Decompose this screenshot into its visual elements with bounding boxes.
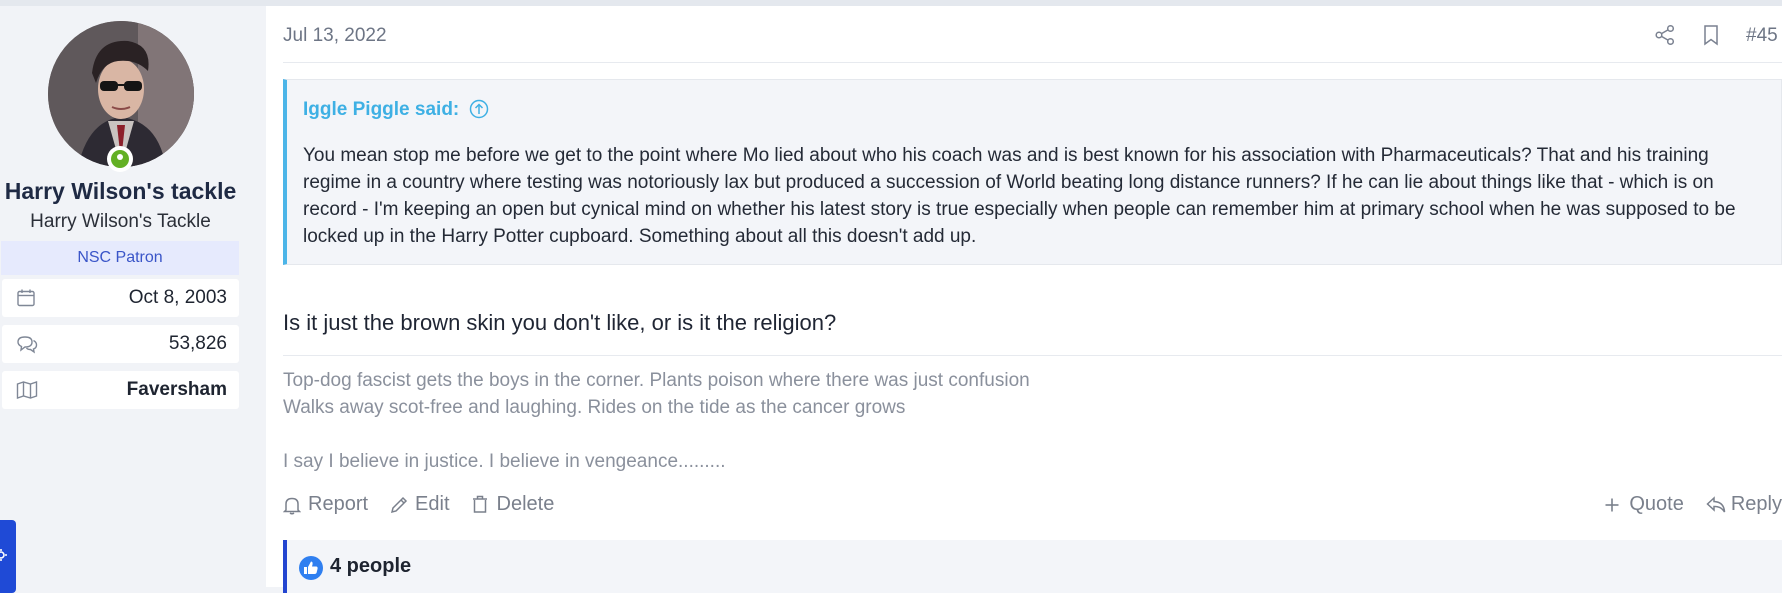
quote-attribution[interactable]: Iggle Piggle said: bbox=[303, 99, 491, 121]
floating-settings-button[interactable] bbox=[0, 520, 16, 593]
report-label[interactable]: Report bbox=[308, 493, 368, 516]
signature-line: Top-dog fascist gets the boys in the cor… bbox=[283, 370, 1030, 391]
joined-row: Oct 8, 2003 bbox=[2, 279, 239, 317]
reply-label[interactable]: Reply bbox=[1731, 493, 1782, 516]
quote-button[interactable]: Quote bbox=[1604, 493, 1684, 516]
bell-icon bbox=[283, 495, 303, 515]
post-message: Is it just the brown skin you don't like… bbox=[283, 310, 837, 335]
user-name[interactable]: Harry Wilson's tackle bbox=[0, 178, 241, 205]
thumbs-up-icon bbox=[299, 556, 323, 580]
messages-row: 53,826 bbox=[2, 325, 239, 363]
quote-author[interactable]: Iggle Piggle said: bbox=[303, 99, 459, 121]
post-card: Jul 13, 2022 #45 Iggle Piggle said: You … bbox=[266, 6, 1782, 593]
quote-text: You mean stop me before we get to the po… bbox=[303, 145, 1736, 247]
post-footer-left: Report Edit Delete bbox=[283, 493, 554, 516]
user-sidebar: Harry Wilson's tackle Harry Wilson's Tac… bbox=[0, 6, 255, 593]
report-button[interactable]: Report bbox=[283, 493, 368, 516]
signature-divider bbox=[283, 355, 1782, 356]
reply-button[interactable]: Reply bbox=[1706, 493, 1782, 516]
delete-button[interactable]: Delete bbox=[472, 493, 555, 516]
arrow-up-circle-icon[interactable] bbox=[469, 99, 491, 121]
edit-button[interactable]: Edit bbox=[390, 493, 450, 516]
signature-line: I say I believe in justice. I believe in… bbox=[283, 451, 726, 472]
bookmark-icon[interactable] bbox=[1700, 24, 1724, 48]
quote-label[interactable]: Quote bbox=[1629, 493, 1683, 516]
trash-icon bbox=[472, 495, 492, 515]
post-footer-right: Quote Reply bbox=[1604, 493, 1782, 516]
reactions-bar[interactable]: 4 people bbox=[283, 540, 1782, 593]
edit-label[interactable]: Edit bbox=[415, 493, 449, 516]
joined-date: Oct 8, 2003 bbox=[128, 287, 227, 308]
signature-line: Walks away scot-free and laughing. Rides… bbox=[283, 397, 906, 418]
chat-bubbles-icon bbox=[16, 333, 38, 355]
delete-label[interactable]: Delete bbox=[497, 493, 555, 516]
post-date[interactable]: Jul 13, 2022 bbox=[283, 25, 387, 47]
location-row: Faversham bbox=[2, 371, 239, 409]
user-location[interactable]: Faversham bbox=[127, 379, 227, 401]
user-title: Harry Wilson's Tackle bbox=[30, 211, 211, 232]
message-count: 53,826 bbox=[168, 333, 227, 354]
signature: Top-dog fascist gets the boys in the cor… bbox=[283, 367, 1030, 475]
reaction-count[interactable]: 4 people bbox=[330, 555, 411, 578]
user-banner: NSC Patron bbox=[1, 241, 239, 275]
share-icon[interactable] bbox=[1654, 24, 1678, 48]
calendar-icon bbox=[16, 287, 38, 309]
header-divider bbox=[283, 62, 1782, 63]
pencil-icon bbox=[390, 495, 410, 515]
map-icon bbox=[16, 379, 38, 401]
post-number[interactable]: #45 bbox=[1746, 25, 1782, 47]
reply-arrow-icon bbox=[1706, 495, 1726, 515]
post-header-actions: #45 bbox=[1654, 24, 1782, 48]
quote-block: Iggle Piggle said: You mean stop me befo… bbox=[283, 79, 1782, 265]
online-status-icon bbox=[107, 146, 133, 172]
plus-icon bbox=[1604, 495, 1624, 515]
